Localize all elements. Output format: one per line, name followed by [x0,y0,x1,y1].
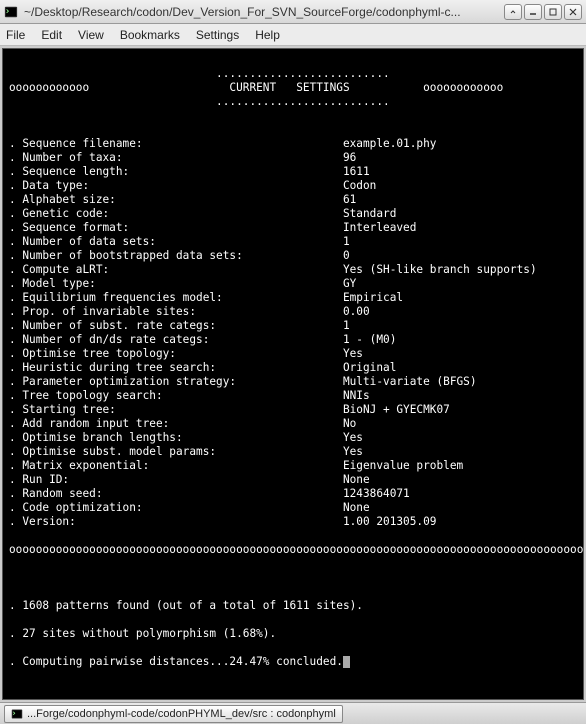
menubar: File Edit View Bookmarks Settings Help [0,24,586,46]
menu-help[interactable]: Help [255,28,280,42]
menu-settings[interactable]: Settings [196,28,239,42]
window-controls [504,4,582,20]
minimize-button[interactable] [504,4,522,20]
menu-file[interactable]: File [6,28,25,42]
terminal-icon [11,708,23,720]
terminal-container: .......................... oooooooooooo … [0,46,586,702]
maximize-button[interactable] [544,4,562,20]
terminal-cursor [343,656,350,668]
taskbar-item-label: ...Forge/codonphyml-code/codonPHYML_dev/… [27,708,336,720]
terminal[interactable]: .......................... oooooooooooo … [2,48,584,700]
menu-view[interactable]: View [78,28,104,42]
close-button[interactable] [564,4,582,20]
minimize2-button[interactable] [524,4,542,20]
taskbar: ...Forge/codonphyml-code/codonPHYML_dev/… [0,702,586,724]
menu-bookmarks[interactable]: Bookmarks [120,28,180,42]
menu-edit[interactable]: Edit [41,28,62,42]
terminal-icon [4,5,18,19]
window-titlebar: ~/Desktop/Research/codon/Dev_Version_For… [0,0,586,24]
taskbar-item[interactable]: ...Forge/codonphyml-code/codonPHYML_dev/… [4,705,343,723]
window-title: ~/Desktop/Research/codon/Dev_Version_For… [24,5,504,19]
